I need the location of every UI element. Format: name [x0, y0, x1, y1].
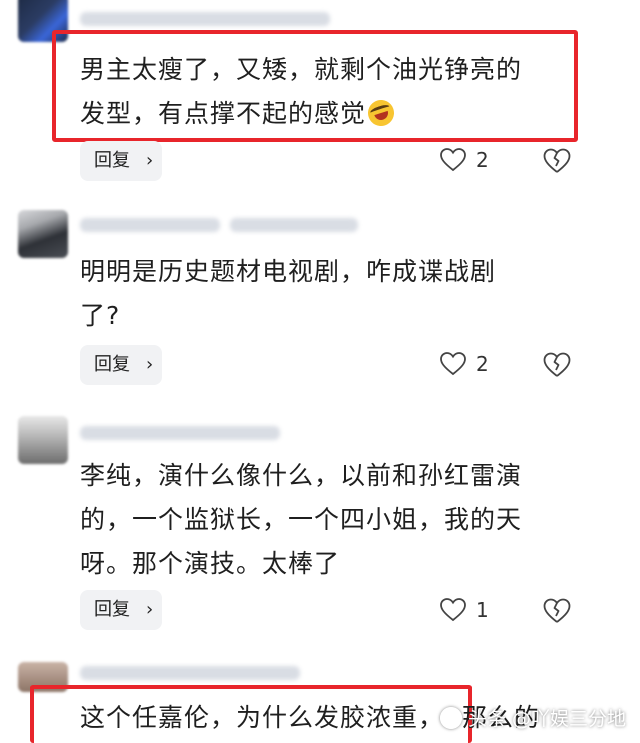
dislike-button[interactable]: [543, 352, 571, 382]
comment-text-line: 李纯，演什么像什么，以前和孙红雷演: [80, 461, 523, 490]
chevron-right-icon: ›: [146, 354, 154, 375]
avatar[interactable]: [18, 210, 68, 258]
broken-heart-icon: [543, 352, 571, 377]
dislike-button[interactable]: [543, 148, 571, 178]
reply-button[interactable]: 回复 ›: [80, 141, 162, 181]
reply-button[interactable]: 回复 ›: [80, 345, 162, 385]
like-button[interactable]: 1: [440, 598, 489, 622]
like-button[interactable]: 2: [440, 148, 489, 172]
like-button[interactable]: 2: [440, 352, 489, 376]
avatar[interactable]: [18, 416, 68, 464]
like-count: 2: [476, 148, 489, 172]
blurred-username: [80, 666, 300, 680]
reply-button-label: 回复: [94, 150, 130, 171]
comment-text-line: 男主太瘦了，又矮，就剩个油光铮亮的: [80, 55, 523, 84]
comment-text-line: 呀。那个演技。太棒了: [80, 549, 341, 578]
comment-text-line: 的，一个监狱长，一个四小姐，我的天: [80, 505, 523, 534]
laughing-crying-emoji-icon: [364, 96, 398, 130]
comment-text-line-content: 发型，有点撑不起的感觉: [80, 99, 367, 128]
broken-heart-icon: [543, 148, 571, 173]
heart-icon: [440, 598, 466, 622]
reply-button[interactable]: 回复 ›: [80, 590, 162, 630]
chevron-right-icon: ›: [146, 150, 154, 171]
watermark: 头条 @吖娱三分地: [439, 704, 626, 731]
dislike-button[interactable]: [543, 598, 571, 628]
blurred-username: [80, 12, 330, 26]
watermark-text: 头条 @吖娱三分地: [467, 708, 626, 730]
comment-text-line: 发型，有点撑不起的感觉: [80, 92, 580, 136]
heart-icon: [440, 352, 466, 376]
comment-text-line: 这个任嘉伦，为什么发胶浓重，: [80, 703, 445, 732]
comment-text: 李纯，演什么像什么，以前和孙红雷演 的，一个监狱长，一个四小姐，我的天 呀。那个…: [80, 454, 580, 586]
reply-button-label: 回复: [94, 354, 130, 375]
comment-text-line: 了?: [80, 301, 121, 330]
comment-text: 男主太瘦了，又矮，就剩个油光铮亮的 发型，有点撑不起的感觉: [80, 48, 580, 136]
broken-heart-icon: [543, 598, 571, 623]
comment-text: 明明是历史题材电视剧，咋成谍战剧 了?: [80, 250, 580, 338]
comment-text-line: 明明是历史题材电视剧，咋成谍战剧: [80, 257, 497, 286]
toutiao-logo-icon: [439, 706, 462, 729]
blurred-username: [80, 426, 280, 440]
blurred-username: [80, 218, 220, 232]
like-count: 2: [476, 352, 489, 376]
like-count: 1: [476, 598, 489, 622]
blurred-username: [230, 218, 358, 232]
reply-button-label: 回复: [94, 599, 130, 620]
chevron-right-icon: ›: [146, 599, 154, 620]
heart-icon: [440, 148, 466, 172]
